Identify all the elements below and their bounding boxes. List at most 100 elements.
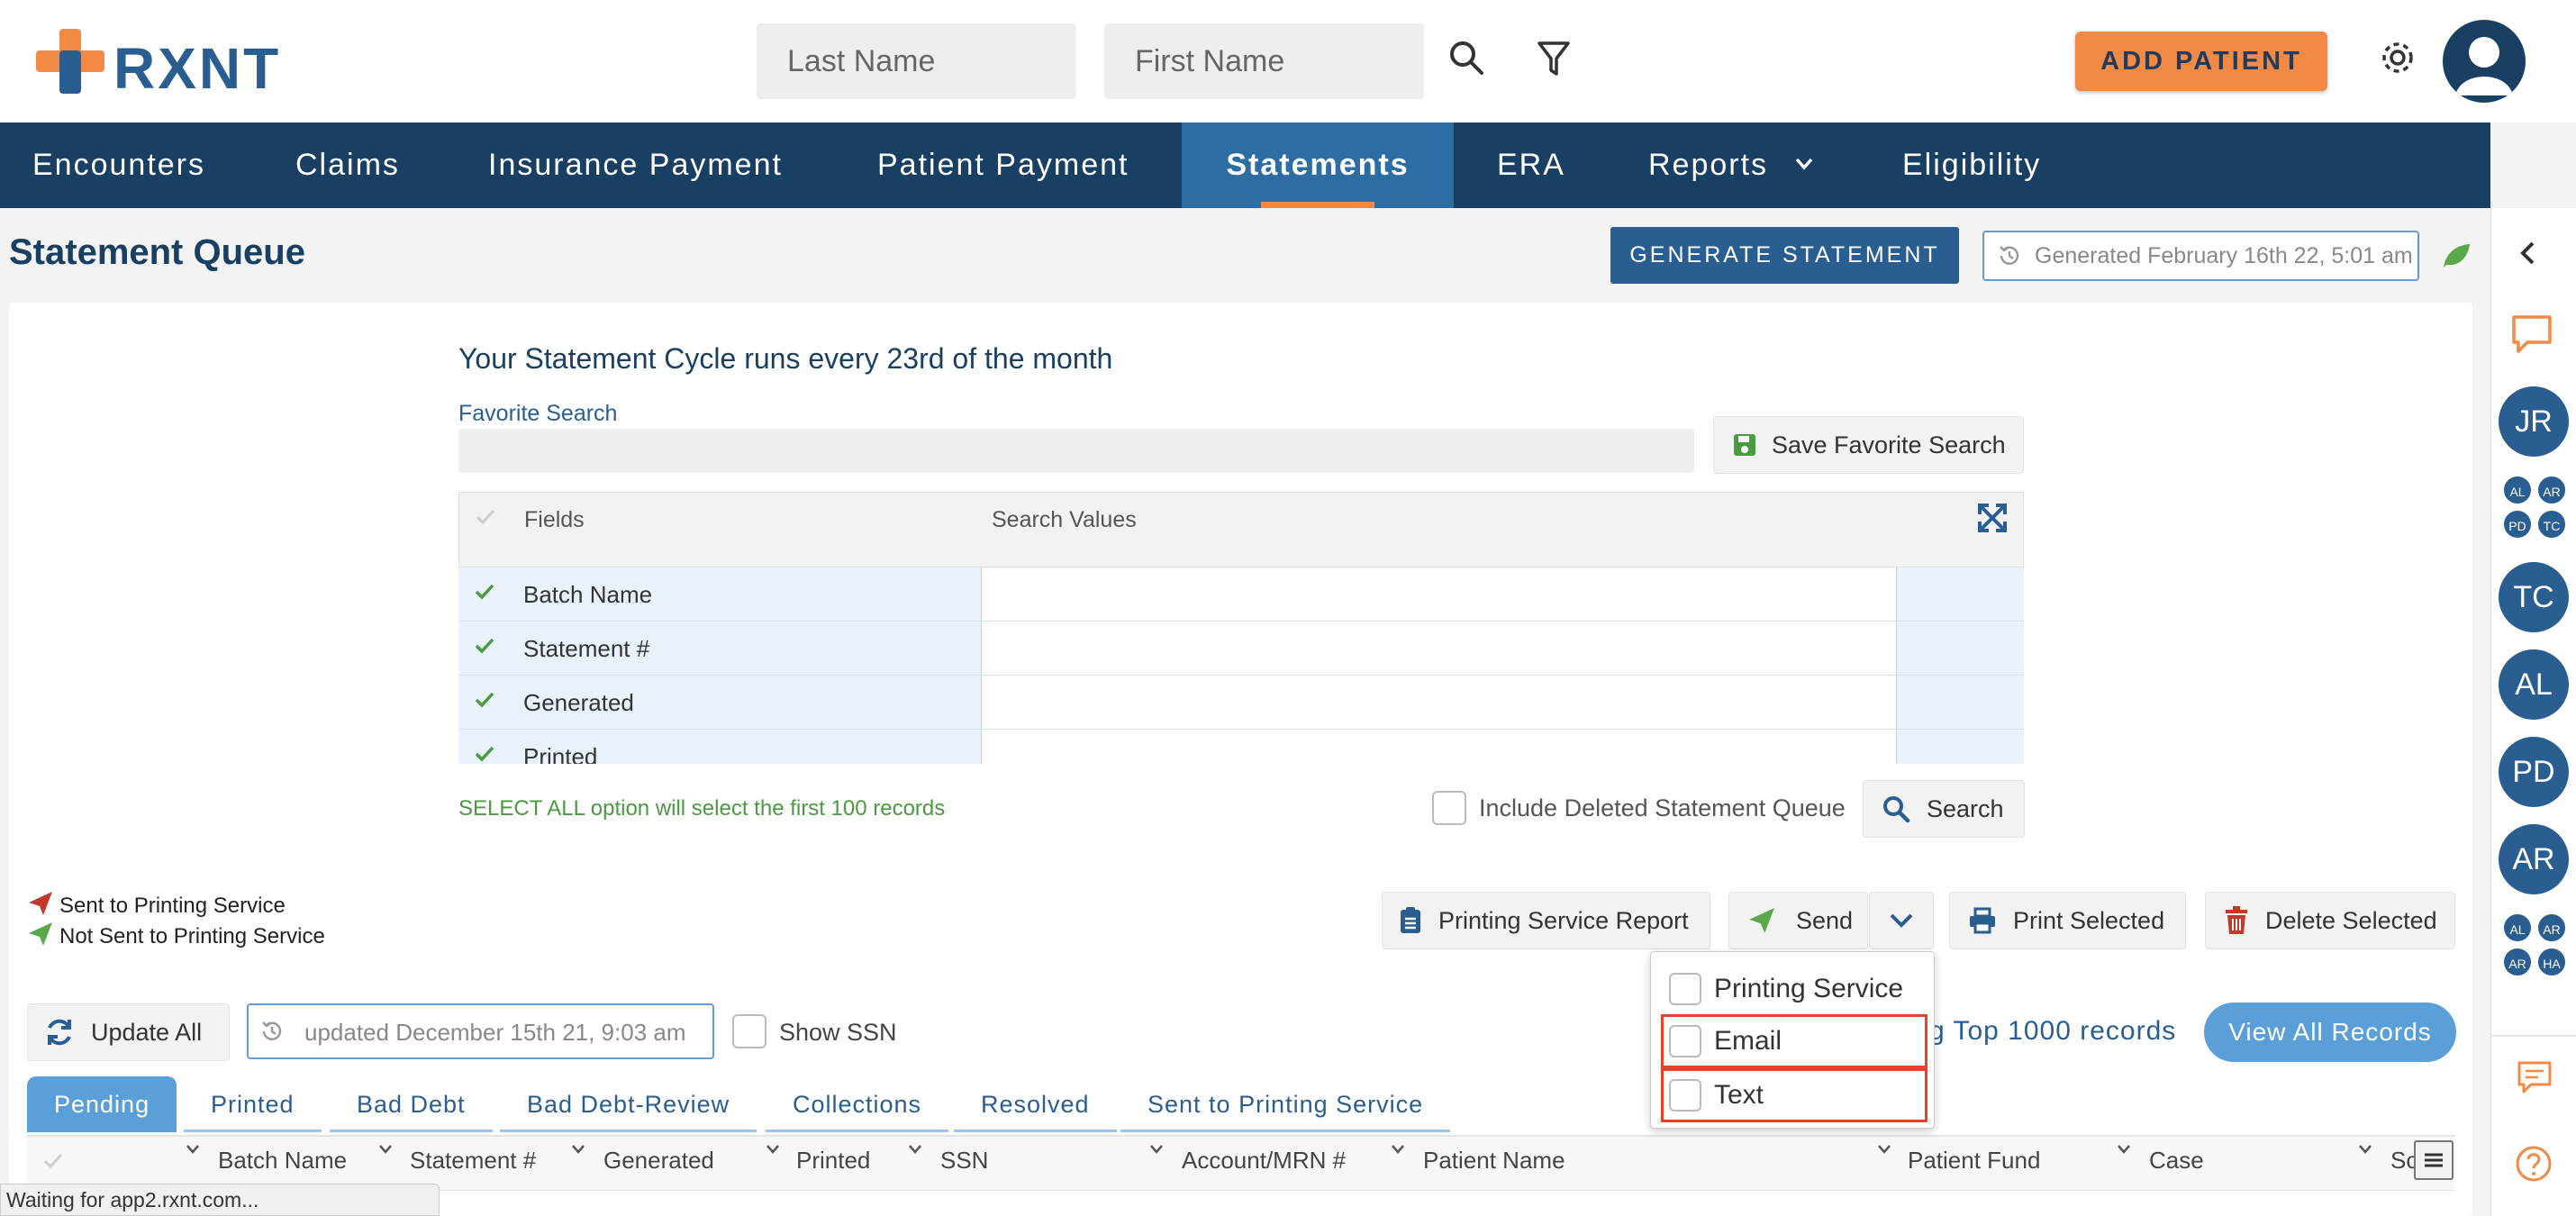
tab-pending[interactable]: Pending: [27, 1076, 177, 1132]
avatar[interactable]: AR: [2536, 475, 2567, 505]
avatar[interactable]: AR: [2502, 947, 2533, 977]
tab-bad-debt[interactable]: Bad Debt: [330, 1076, 493, 1132]
chevron-down-icon[interactable]: [378, 1142, 393, 1157]
column-header[interactable]: Case: [2149, 1137, 2204, 1184]
grid-row[interactable]: Generated: [458, 676, 2024, 730]
nav-eligibility[interactable]: Eligibility: [1870, 123, 2073, 208]
grid-row-value[interactable]: [981, 622, 1897, 675]
send-button[interactable]: Send: [1728, 892, 1868, 949]
nav-reports[interactable]: Reports: [1616, 123, 1800, 208]
column-header[interactable]: Batch Name: [218, 1137, 347, 1184]
send-option-email[interactable]: Email: [1661, 1014, 1927, 1068]
tab-printed[interactable]: Printed: [184, 1076, 322, 1132]
tab-sent-to-printing-service[interactable]: Sent to Printing Service: [1120, 1076, 1451, 1132]
column-header[interactable]: Generated: [603, 1137, 714, 1184]
chevron-down-icon[interactable]: [908, 1142, 922, 1157]
show-ssn-label: Show SSN: [779, 1019, 897, 1046]
chevron-down-icon[interactable]: [2117, 1142, 2131, 1157]
avatar[interactable]: TC: [2536, 509, 2567, 540]
include-deleted-checkbox[interactable]: [1432, 791, 1466, 825]
check-icon[interactable]: [475, 638, 494, 654]
column-menu-icon[interactable]: [2414, 1140, 2454, 1180]
avatar[interactable]: AL: [2502, 912, 2533, 943]
chevron-down-icon[interactable]: [766, 1142, 780, 1157]
avatar[interactable]: AR: [2499, 824, 2569, 894]
send-option-printing-service[interactable]: Printing Service: [1664, 965, 1925, 1013]
column-header[interactable]: Account/MRN #: [1182, 1137, 1346, 1184]
select-all-check-icon[interactable]: [43, 1153, 63, 1169]
search-button[interactable]: Search: [1863, 780, 2025, 838]
check-icon[interactable]: [475, 692, 494, 708]
printing-service-checkbox[interactable]: [1669, 973, 1701, 1005]
nav-statements[interactable]: Statements: [1182, 123, 1454, 208]
avatar[interactable]: PD: [2499, 737, 2569, 807]
update-all-button[interactable]: Update All: [27, 1003, 230, 1061]
column-header[interactable]: SSN: [940, 1137, 988, 1184]
send-dropdown-toggle[interactable]: [1869, 892, 1934, 949]
favorite-search-select[interactable]: [458, 429, 1694, 473]
generate-statement-button[interactable]: GENERATE STATEMENT: [1610, 227, 1959, 284]
help-icon[interactable]: [2515, 1145, 2553, 1183]
column-header[interactable]: Patient Name: [1423, 1137, 1565, 1184]
printing-service-report-button[interactable]: Printing Service Report: [1382, 892, 1710, 949]
user-avatar[interactable]: [2443, 20, 2526, 103]
avatar[interactable]: PD: [2502, 509, 2533, 540]
grid-row-value[interactable]: [981, 567, 1897, 621]
nav-era[interactable]: ERA: [1465, 123, 1598, 208]
grid-row-value[interactable]: [981, 676, 1897, 729]
chevron-down-icon[interactable]: [1391, 1142, 1405, 1157]
avatar[interactable]: HA: [2536, 947, 2567, 977]
check-icon[interactable]: [475, 746, 494, 762]
first-name-input[interactable]: First Name: [1104, 23, 1424, 99]
gear-icon[interactable]: [2378, 38, 2417, 77]
chevron-down-icon[interactable]: [571, 1142, 585, 1157]
filter-icon[interactable]: [1537, 40, 1571, 77]
search-icon[interactable]: [1448, 40, 1484, 76]
nav-encounters[interactable]: Encounters: [0, 123, 238, 208]
right-rail: JR AL AR PD TC TC AL PD AR AL AR AR HA: [2490, 208, 2576, 1216]
delete-selected-button[interactable]: Delete Selected: [2205, 892, 2455, 949]
chevron-down-icon[interactable]: [1149, 1142, 1164, 1157]
chevron-down-icon[interactable]: [1877, 1142, 1891, 1157]
avatar[interactable]: AR: [2536, 912, 2567, 943]
send-option-text[interactable]: Text: [1661, 1068, 1927, 1122]
grid-row-value[interactable]: [981, 730, 1897, 764]
header-check-icon[interactable]: [476, 509, 495, 525]
column-header[interactable]: Printed: [796, 1137, 870, 1184]
updated-timestamp-text: updated December 15th 21, 9:03 am: [304, 1019, 686, 1046]
chevron-down-icon[interactable]: [186, 1142, 200, 1157]
tab-resolved[interactable]: Resolved: [954, 1076, 1117, 1132]
print-selected-button[interactable]: Print Selected: [1949, 892, 2186, 949]
chevron-left-icon[interactable]: [2518, 240, 2538, 266]
chat-icon[interactable]: [2509, 313, 2554, 356]
avatar[interactable]: JR: [2499, 386, 2569, 457]
add-patient-button[interactable]: ADD PATIENT: [2075, 32, 2327, 91]
nav-patient-payment[interactable]: Patient Payment: [845, 123, 1161, 208]
avatar[interactable]: AL: [2499, 649, 2569, 720]
show-ssn-checkbox[interactable]: [732, 1014, 766, 1048]
text-checkbox[interactable]: [1669, 1079, 1701, 1112]
grid-header-fields: Fields: [524, 507, 585, 532]
column-header[interactable]: Patient Fund: [1908, 1137, 2040, 1184]
grid-row[interactable]: Printed: [458, 730, 2024, 764]
avatar[interactable]: AL: [2502, 475, 2533, 505]
tab-collections[interactable]: Collections: [766, 1076, 949, 1132]
view-all-records-button[interactable]: View All Records: [2204, 1003, 2456, 1062]
save-favorite-search-button[interactable]: Save Favorite Search: [1713, 416, 2024, 474]
message-icon[interactable]: [2517, 1060, 2553, 1094]
chevron-down-icon[interactable]: [2358, 1142, 2372, 1157]
grid-row[interactable]: Batch Name: [458, 567, 2024, 622]
favorite-search-label: Favorite Search: [458, 401, 618, 426]
avatar[interactable]: TC: [2499, 562, 2569, 632]
last-name-input[interactable]: Last Name: [757, 23, 1076, 99]
nav-insurance-payment[interactable]: Insurance Payment: [456, 123, 815, 208]
tab-bad-debt-review[interactable]: Bad Debt-Review: [500, 1076, 757, 1132]
chevron-down-icon[interactable]: [1794, 157, 1814, 171]
expand-icon[interactable]: [1976, 502, 2009, 534]
rxnt-logo-icon[interactable]: [36, 29, 104, 94]
grid-row[interactable]: Statement #: [458, 622, 2024, 676]
email-checkbox[interactable]: [1669, 1025, 1701, 1057]
column-header[interactable]: Statement #: [410, 1137, 536, 1184]
check-icon[interactable]: [475, 584, 494, 600]
nav-claims[interactable]: Claims: [263, 123, 432, 208]
